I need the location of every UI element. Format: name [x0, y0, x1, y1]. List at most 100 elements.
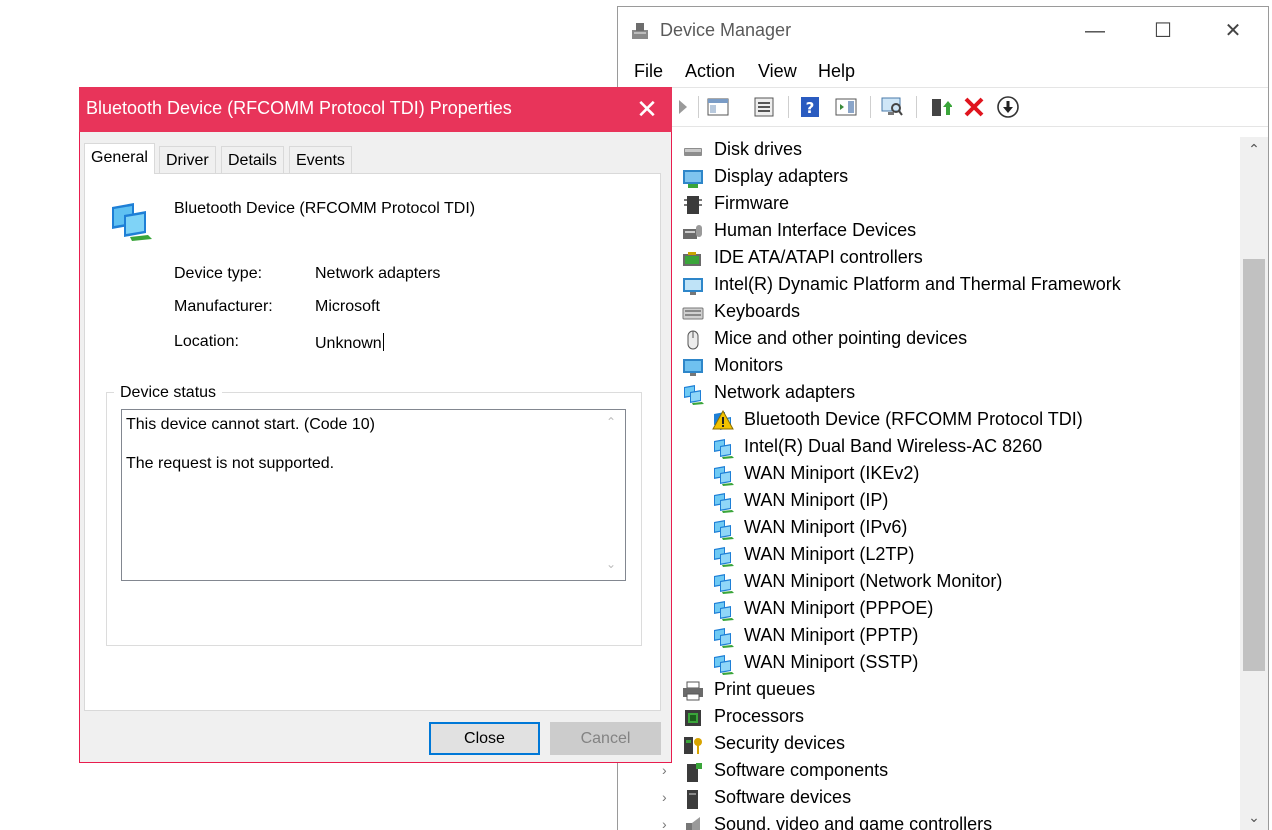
menu-view[interactable]: View: [758, 61, 797, 82]
tree-item-label: WAN Miniport (Network Monitor): [744, 571, 1003, 591]
location-value: Unknown: [315, 335, 382, 352]
device-properties-dialog: Bluetooth Device (RFCOMM Protocol TDI) P…: [79, 87, 672, 763]
tree-item-label: Bluetooth Device (RFCOMM Protocol TDI): [744, 409, 1083, 429]
device-manager-window: Device Manager — ☐ ✕ File Action View He…: [617, 6, 1269, 830]
menu-action[interactable]: Action: [685, 61, 735, 82]
tree-item-label: Sound, video and game controllers: [714, 814, 993, 830]
tree-item-label: IDE ATA/ATAPI controllers: [714, 247, 923, 267]
intel-platform-icon: [683, 278, 703, 295]
network-adapter-icon: [714, 601, 734, 621]
cancel-button[interactable]: Cancel: [550, 722, 661, 755]
tree-item-label: Display adapters: [714, 166, 849, 186]
status-message-detail: The request is not supported.: [126, 455, 335, 472]
tree-item-label: Network adapters: [714, 382, 856, 402]
tree-item-label: Intel(R) Dynamic Platform and Thermal Fr…: [714, 274, 1121, 294]
status-scroll-down[interactable]: ⌄: [598, 557, 624, 571]
firmware-icon: [684, 196, 702, 214]
scroll-thumb[interactable]: [1243, 259, 1265, 671]
network-adapter-icon: [714, 547, 734, 567]
tab-events[interactable]: Events: [289, 146, 352, 173]
device-tree: Disk drives Display adapters Firmware Human…: [618, 137, 1238, 830]
tree-item-label: WAN Miniport (IKEv2): [744, 463, 920, 483]
device-type-label: Device type:: [174, 265, 263, 282]
device-status-textbox[interactable]: This device cannot start. (Code 10) The …: [121, 409, 626, 581]
manufacturer-label: Manufacturer:: [174, 298, 273, 315]
network-adapter-icon: [714, 655, 734, 675]
scroll-down-button[interactable]: ⌄: [1240, 805, 1268, 829]
tree-item-label: WAN Miniport (IPv6): [744, 517, 908, 537]
tree-item-label: Processors: [714, 706, 805, 726]
update-driver-icon[interactable]: [928, 95, 952, 119]
toolbar-separator: [698, 96, 699, 118]
status-scroll-up[interactable]: ⌃: [598, 415, 624, 429]
tree-item-label: Intel(R) Dual Band Wireless-AC 8260: [744, 436, 1043, 456]
action-pane-icon[interactable]: [834, 95, 858, 119]
ide-controller-icon: [683, 252, 701, 266]
text-caret: [382, 333, 384, 351]
expand-chevron-icon[interactable]: ›: [662, 762, 667, 778]
disk-drive-icon: [684, 148, 702, 156]
tree-item-label: Disk drives: [714, 139, 803, 159]
show-hide-console-tree-icon[interactable]: [706, 95, 730, 119]
status-scrollbar[interactable]: ⌃ ⌄: [598, 411, 624, 579]
close-window-button[interactable]: ✕: [1210, 15, 1256, 47]
tree-item-label: Software components: [714, 760, 889, 780]
network-adapter-icon: [714, 493, 734, 513]
tab-general[interactable]: General: [84, 143, 155, 174]
manufacturer-value: Microsoft: [315, 298, 380, 315]
toolbar: ?: [618, 87, 1268, 127]
window-title: Device Manager: [660, 20, 792, 40]
scan-for-hardware-changes-icon[interactable]: [880, 95, 904, 119]
network-adapter-icon: [714, 628, 734, 648]
tree-item-label: Monitors: [714, 355, 784, 375]
back-icon[interactable]: [670, 95, 694, 119]
device-manager-titlebar[interactable]: Device Manager — ☐ ✕: [618, 7, 1268, 57]
uninstall-device-icon[interactable]: [962, 95, 986, 119]
tree-item-label: Keyboards: [714, 301, 801, 321]
menu-help[interactable]: Help: [818, 61, 855, 82]
network-adapter-icon: [714, 574, 734, 594]
expand-chevron-icon[interactable]: ›: [662, 789, 667, 805]
properties-icon[interactable]: [752, 95, 776, 119]
location-field[interactable]: Unknown: [315, 333, 384, 353]
tree-item-label: Print queues: [714, 679, 816, 699]
tree-item-label: WAN Miniport (SSTP): [744, 652, 919, 672]
help-icon[interactable]: ?: [798, 95, 822, 119]
close-button[interactable]: Close: [429, 722, 540, 755]
tree-item-label: WAN Miniport (PPPOE): [744, 598, 934, 618]
network-adapter-icon: [684, 385, 704, 405]
scroll-up-button[interactable]: ⌃: [1240, 137, 1268, 161]
menu-file[interactable]: File: [634, 61, 663, 82]
tree-item-label: Security devices: [714, 733, 846, 753]
device-status-legend: Device status: [114, 384, 223, 402]
tree-scrollbar[interactable]: ⌃ ⌄: [1240, 137, 1268, 830]
dialog-title: Bluetooth Device (RFCOMM Protocol TDI) P…: [86, 98, 512, 118]
dialog-close-button[interactable]: ✕: [627, 91, 667, 127]
status-message-code: This device cannot start. (Code 10): [126, 416, 376, 433]
device-manager-icon: [632, 23, 648, 39]
processor-icon: [685, 710, 701, 726]
tree-item-label: Software devices: [714, 787, 852, 807]
tree-item-label: WAN Miniport (L2TP): [744, 544, 915, 564]
svg-text:?: ?: [806, 99, 815, 117]
monitor-icon: [683, 359, 703, 376]
display-adapter-icon: [683, 170, 703, 188]
disable-device-icon[interactable]: [996, 95, 1020, 119]
toolbar-separator: [788, 96, 789, 118]
maximize-button[interactable]: ☐: [1140, 15, 1186, 47]
network-adapter-icon: [714, 466, 734, 486]
dialog-titlebar[interactable]: Bluetooth Device (RFCOMM Protocol TDI) P…: [79, 87, 672, 132]
device-name: Bluetooth Device (RFCOMM Protocol TDI): [174, 200, 476, 217]
tab-driver[interactable]: Driver: [159, 146, 216, 173]
tree-item-label: Human Interface Devices: [714, 220, 917, 240]
network-adapter-icon: [714, 439, 734, 459]
tree-item-label: Mice and other pointing devices: [714, 328, 968, 348]
tree-item-label: Firmware: [714, 193, 789, 213]
toolbar-separator: [870, 96, 871, 118]
menu-bar: File Action View Help: [618, 57, 1268, 85]
software-device-icon: [687, 790, 698, 809]
expand-chevron-icon[interactable]: ›: [662, 816, 667, 830]
minimize-button[interactable]: —: [1072, 15, 1118, 47]
tab-details[interactable]: Details: [221, 146, 284, 173]
software-component-icon: [687, 763, 702, 782]
